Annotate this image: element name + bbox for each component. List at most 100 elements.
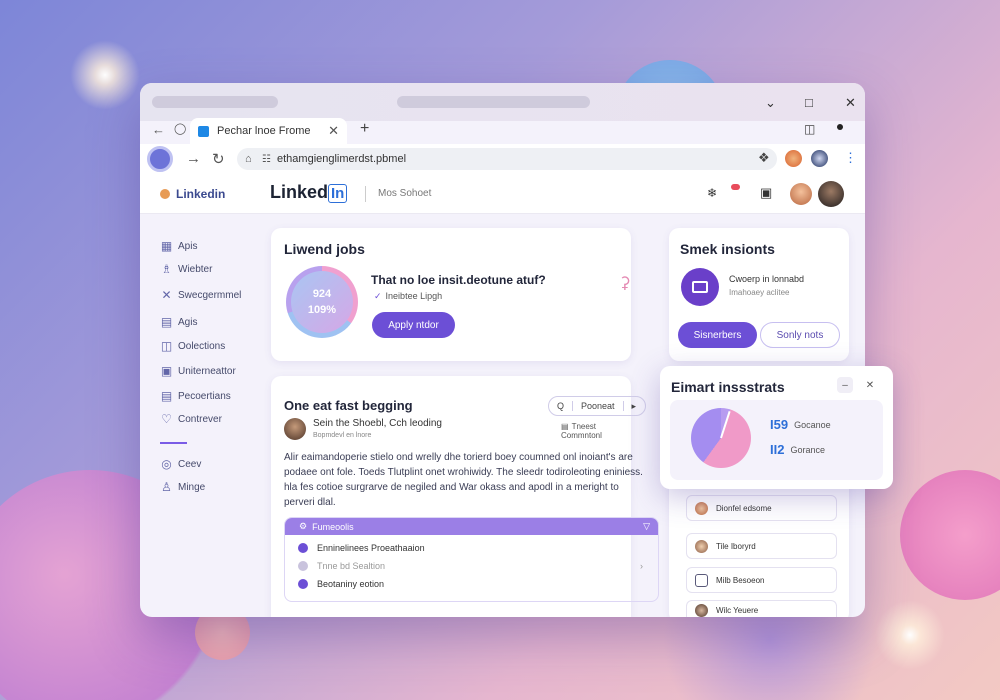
legend-item: I59 Gocanoe <box>770 417 831 432</box>
avatar[interactable] <box>785 150 802 167</box>
maximize-icon[interactable]: □ <box>805 95 813 110</box>
list-item[interactable]: Tile Iboryrd <box>686 533 837 559</box>
app-header: Linkedin Linked In Mos Sohoet ❄ ▣ <box>140 174 865 214</box>
logo-dot-icon <box>160 189 170 199</box>
sidebar-item-ceev[interactable]: ◎ Ceev <box>160 457 201 471</box>
sidebar-divider <box>160 442 187 444</box>
chevron-down-icon[interactable]: ▽ <box>643 521 650 532</box>
avatar[interactable] <box>790 183 812 205</box>
secondary-action-button[interactable]: Sonly nots <box>760 322 840 348</box>
chevron-right-icon: › <box>640 561 643 571</box>
list-item-label: Milb Besoeon <box>716 575 765 585</box>
legend-item: II2 Gorance <box>770 442 825 457</box>
sidebar-item-agis[interactable]: ▤ Agis <box>160 315 198 329</box>
site-info-icon[interactable]: ☷ <box>262 154 271 165</box>
legend-value: I2 <box>773 442 785 457</box>
panel-header[interactable]: ⚙ Fumeoolis ▽ <box>285 518 658 535</box>
sidebar-item-wiebter[interactable]: ♗ Wiebter <box>160 262 212 276</box>
feed-card: One eat fast begging Q Pooneat ▸ Sein th… <box>271 376 659 617</box>
insights-card: Smek insionts Cwoerp in lonnabd Imahoaey… <box>669 228 849 361</box>
forward-icon[interactable]: → <box>186 150 201 167</box>
panel-row[interactable]: Enninelinees Proeathaaion <box>298 543 425 553</box>
avatar <box>695 501 708 515</box>
panel-row-label: Enninelinees Proeathaaion <box>317 543 425 553</box>
sidebar-item-label: Pecoertians <box>178 390 231 402</box>
reload-icon[interactable]: ↻ <box>212 150 225 168</box>
sidebar-item-contrever[interactable]: ♡ Contrever <box>160 412 222 426</box>
insights-popup: Eimart inssstrats – ✕ I59 Gocanoe II2 Gora… <box>660 366 893 489</box>
list-item[interactable]: Milb Besoeon <box>686 567 837 593</box>
info-icon <box>298 543 308 553</box>
sidebar-item-swecgermmel[interactable]: ✕ Swecgermmel <box>160 288 241 302</box>
sidebar-item-minge[interactable]: ♙ Minge <box>160 480 205 494</box>
send-icon[interactable]: ▸ <box>624 401 645 412</box>
logo-small[interactable]: Linkedin <box>160 187 225 201</box>
sidebar-item-oolections[interactable]: ◫ Oolections <box>160 339 225 353</box>
header-search[interactable]: Mos Sohoet <box>378 188 431 199</box>
post-button[interactable]: Pooneat <box>572 401 624 411</box>
home-icon[interactable]: ⌂ <box>245 153 252 165</box>
camera-icon[interactable]: ▣ <box>760 185 772 201</box>
avatar <box>695 539 708 553</box>
search-icon[interactable]: Q <box>549 401 572 411</box>
settings-icon[interactable]: ❄ <box>707 186 717 200</box>
minimize-icon[interactable]: – <box>837 377 853 393</box>
primary-action-button[interactable]: Sisnerbers <box>678 322 757 348</box>
avatar[interactable] <box>818 181 844 207</box>
url-field[interactable]: ⌂ ☷ ethamgienglimerdst.pbmel <box>237 148 777 170</box>
sidebar-item-label: Minge <box>178 481 206 493</box>
legend-label: Gorance <box>790 444 825 455</box>
ring-percent: 109% <box>307 304 337 316</box>
url-text: ethamgienglimerdst.pbmel <box>277 153 407 165</box>
sidebar-item-uniterneattor[interactable]: ▣ Uniterneattor <box>160 364 236 378</box>
browser-tab[interactable]: Pechar lnoe Frome ✕ <box>190 118 347 144</box>
browser-window: ⌄ □ ✕ ← ◯ Pechar lnoe Frome ✕ + ◫ → ↻ ⌂ … <box>140 83 865 617</box>
extensions-icon[interactable]: ◫ <box>804 122 815 136</box>
list-item-label: Wilc Yeuere <box>716 606 759 615</box>
ring-value: 924 <box>312 288 332 300</box>
book-icon: ▤ <box>160 315 173 329</box>
apply-button[interactable]: Apply ntdor <box>372 312 455 338</box>
bookmark-icon[interactable]: ❖ <box>758 150 770 166</box>
list-item[interactable]: Dionfel edsome <box>686 495 837 521</box>
menu-dot-icon[interactable] <box>837 124 843 130</box>
insight-icon <box>681 268 719 306</box>
sidebar-item-label: Contrever <box>178 413 222 425</box>
logo-main[interactable]: Linked In <box>270 182 348 203</box>
list-item-label: Dionfel edsome <box>716 503 772 513</box>
post-meta: ▤ Tneest Commntonl <box>561 422 631 440</box>
legend-label: Gocanoe <box>794 419 831 430</box>
legend-value: 59 <box>773 417 789 432</box>
panel-row[interactable]: Tnne bd Sealtion › <box>298 561 643 571</box>
avatar[interactable] <box>811 150 828 167</box>
bell-icon[interactable]: ⚳ <box>619 273 631 293</box>
author-avatar[interactable] <box>284 418 306 440</box>
info-icon <box>298 561 308 571</box>
logo-small-text: Linkedin <box>176 187 226 201</box>
logo-main-text: Linked <box>270 182 329 202</box>
back-icon[interactable]: ← <box>152 122 165 137</box>
sidebar-item-pecoertians[interactable]: ▤ Pecoertians <box>160 389 231 403</box>
close-tab-icon[interactable]: ✕ <box>328 123 339 139</box>
popup-title: Eimart inssstrats <box>671 379 785 395</box>
job-question: That no loe insit.deotune atuf? <box>371 273 546 287</box>
chevron-down-icon[interactable]: ⌄ <box>765 95 776 111</box>
new-tab-icon[interactable]: + <box>360 120 369 138</box>
author-name[interactable]: Sein the Shoebl, Cch leoding <box>313 418 442 429</box>
grid-icon: ▦ <box>160 239 173 253</box>
feed-title: One eat fast begging <box>284 398 413 413</box>
collection-icon: ◫ <box>160 339 173 353</box>
more-options-icon[interactable]: ⋮ <box>844 150 857 166</box>
panel-row[interactable]: Beotaniny eotion <box>298 579 384 589</box>
calendar-icon: ▣ <box>160 364 173 378</box>
jobs-card: Liwend jobs 924 109% That no loe insit.d… <box>271 228 631 361</box>
popup-chart-panel: I59 Gocanoe II2 Gorance <box>670 400 883 480</box>
list-item[interactable]: Wilc Yeuere <box>686 600 837 617</box>
sidebar-item-label: Swecgermmel <box>178 289 242 301</box>
job-sub-text: Ineibtee Lipgh <box>385 291 443 301</box>
sidebar: ▦ Apis ♗ Wiebter ✕ Swecgermmel ▤ Agis ◫ Oolec… <box>140 214 260 617</box>
sidebar-item-apis[interactable]: ▦ Apis <box>160 239 198 253</box>
close-icon[interactable]: ✕ <box>862 377 878 393</box>
profile-icon[interactable] <box>147 146 173 172</box>
close-window-icon[interactable]: ✕ <box>845 95 856 111</box>
